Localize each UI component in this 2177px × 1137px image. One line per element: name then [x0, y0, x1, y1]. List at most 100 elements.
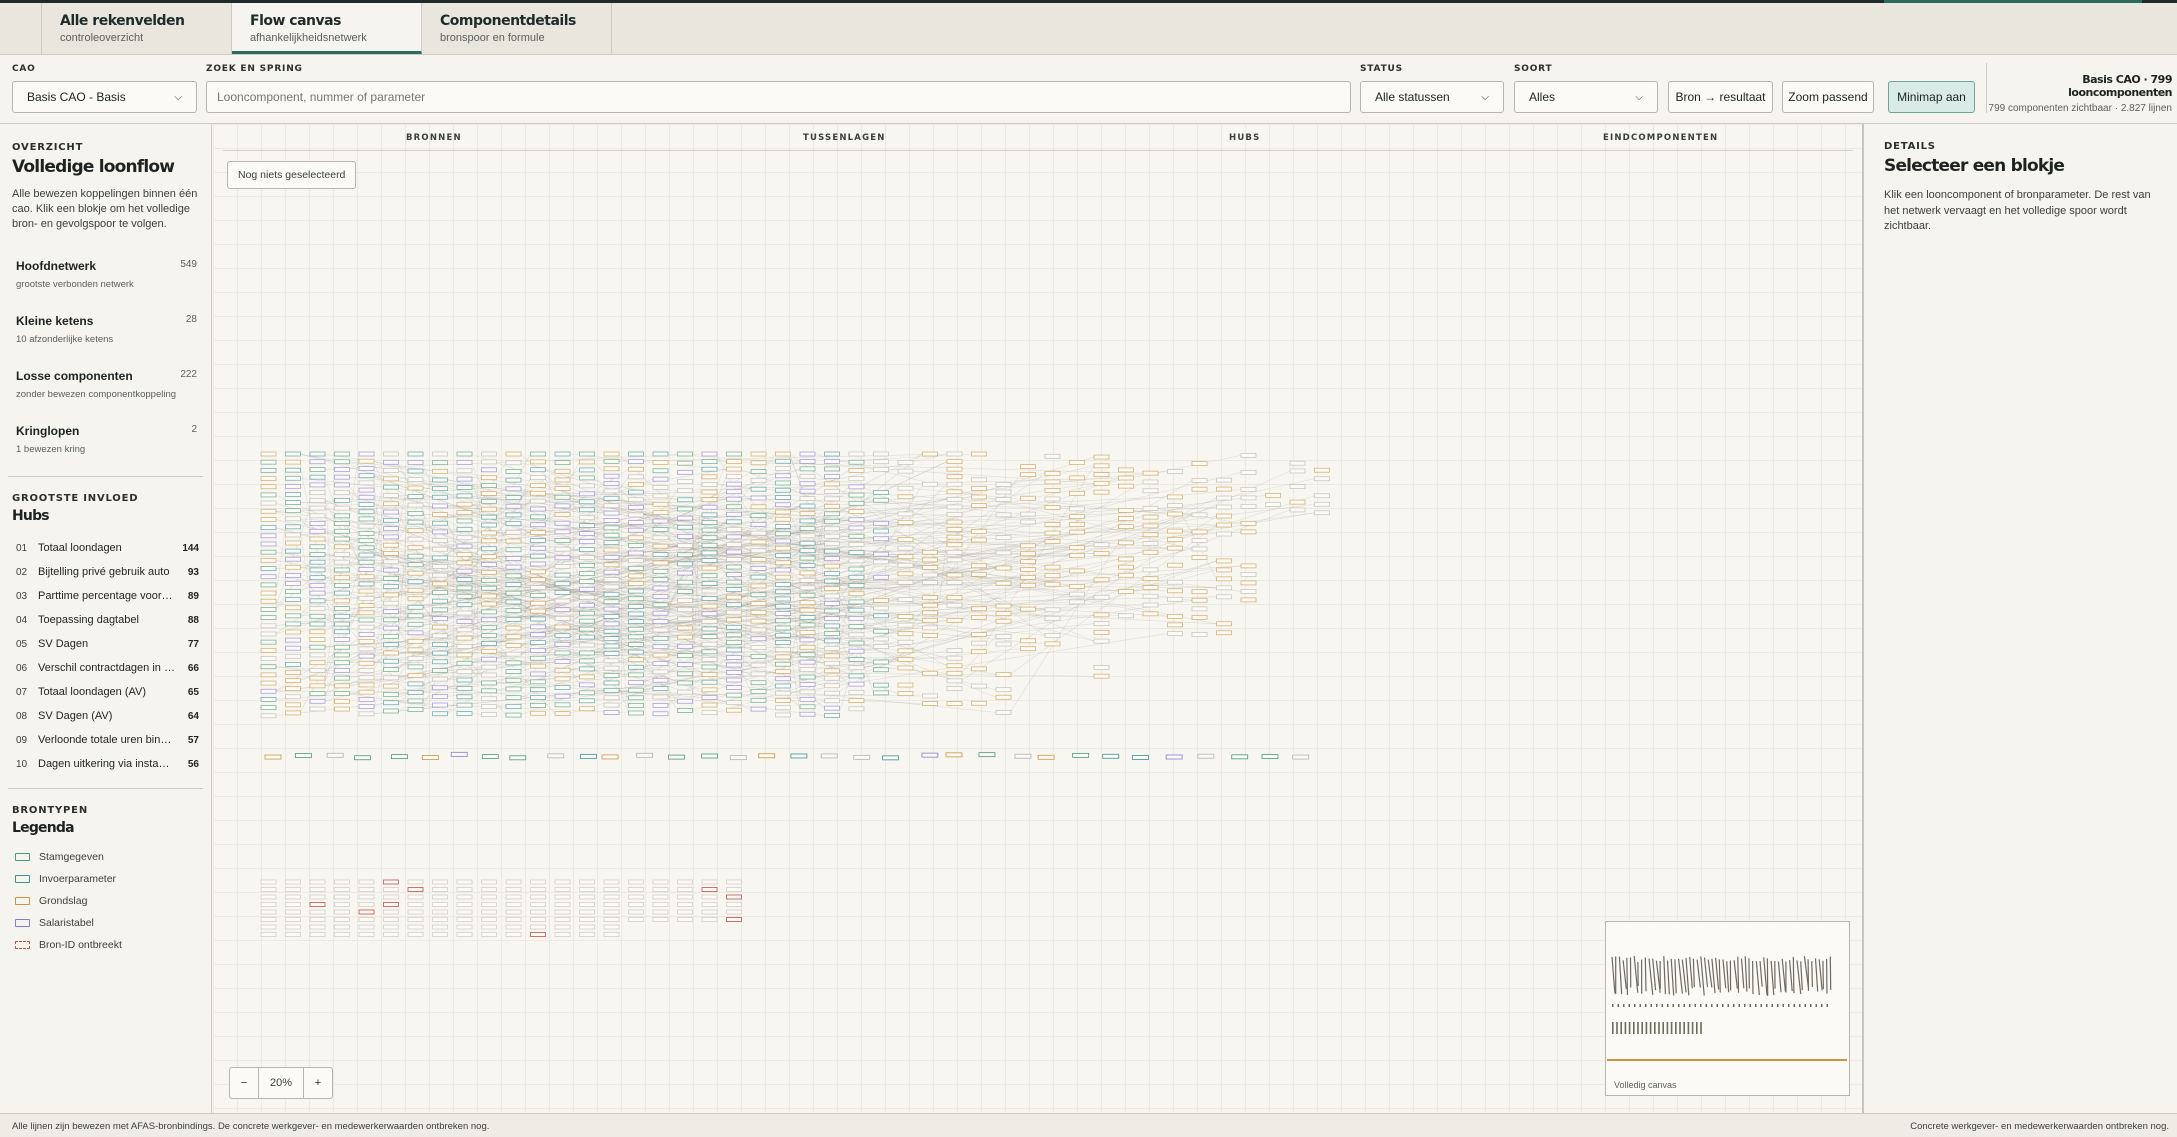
component-node[interactable]: [579, 666, 595, 672]
component-node[interactable]: [530, 585, 546, 590]
component-node[interactable]: [285, 572, 301, 578]
component-node[interactable]: [285, 621, 301, 627]
component-node[interactable]: [799, 473, 816, 479]
loose-component-node[interactable]: [579, 879, 595, 885]
component-node[interactable]: [995, 489, 1012, 495]
network-item-losse-componenten[interactable]: Losse componenten zonder bewezen compone…: [12, 369, 199, 424]
component-node[interactable]: [530, 663, 546, 669]
component-node[interactable]: [677, 588, 693, 594]
tab-flow-canvas[interactable]: Flow canvas afhankelijkheidsnetwerk: [232, 3, 422, 54]
loose-component-node[interactable]: [309, 887, 326, 892]
component-node[interactable]: [726, 692, 742, 698]
component-node[interactable]: [799, 689, 816, 695]
component-node[interactable]: [260, 525, 277, 531]
loose-component-node[interactable]: [334, 932, 350, 937]
loose-component-node[interactable]: [334, 917, 350, 922]
component-node[interactable]: [946, 481, 963, 487]
component-node[interactable]: [897, 639, 914, 645]
component-node[interactable]: [701, 672, 718, 678]
cao-select[interactable]: Basis CAO - Basis ⌵: [12, 81, 197, 113]
component-node[interactable]: [383, 683, 399, 689]
component-node[interactable]: [848, 476, 865, 482]
component-node[interactable]: [824, 616, 840, 621]
component-node[interactable]: [799, 592, 816, 598]
component-node[interactable]: [309, 528, 326, 534]
component-node[interactable]: [897, 579, 914, 585]
component-node[interactable]: [285, 548, 301, 554]
component-node[interactable]: [652, 459, 669, 465]
component-node[interactable]: [530, 679, 546, 685]
component-node[interactable]: [383, 650, 399, 656]
component-node[interactable]: [334, 459, 350, 465]
loose-component-node[interactable]: [628, 909, 644, 915]
component-node[interactable]: [971, 700, 987, 706]
component-node[interactable]: [334, 559, 350, 565]
component-node[interactable]: [971, 632, 987, 637]
component-node[interactable]: [726, 609, 742, 615]
component-node[interactable]: [652, 669, 669, 675]
component-node[interactable]: [603, 665, 620, 671]
hub-item[interactable]: 05 SV Dagen 77: [12, 632, 199, 656]
component-node[interactable]: [554, 676, 571, 682]
component-node[interactable]: [897, 537, 914, 542]
component-node[interactable]: [1240, 563, 1257, 569]
component-node[interactable]: [799, 511, 816, 516]
component-node[interactable]: [481, 625, 497, 631]
component-node[interactable]: [701, 489, 718, 495]
component-node[interactable]: [628, 672, 644, 678]
component-node[interactable]: [873, 459, 889, 465]
component-node[interactable]: [1020, 472, 1036, 477]
component-node[interactable]: [824, 571, 840, 577]
loose-component-node[interactable]: [358, 909, 375, 915]
component-node[interactable]: [995, 687, 1012, 693]
component-node[interactable]: [677, 570, 693, 576]
component-node[interactable]: [530, 506, 546, 512]
component-node[interactable]: [309, 451, 326, 457]
component-node[interactable]: [873, 551, 889, 557]
loose-component-node[interactable]: [652, 917, 669, 922]
component-node[interactable]: [554, 503, 571, 509]
minimap[interactable]: Volledig canvas: [1605, 921, 1850, 1096]
loose-component-node[interactable]: [726, 887, 742, 892]
component-node[interactable]: [677, 451, 693, 457]
component-node[interactable]: [1216, 576, 1232, 582]
component-node[interactable]: [260, 500, 277, 506]
component-node[interactable]: [334, 536, 350, 542]
component-node[interactable]: [334, 582, 350, 588]
component-node[interactable]: [407, 477, 424, 482]
component-node[interactable]: [799, 674, 816, 680]
network-item-kringlopen[interactable]: Kringlopen 1 bewezen kring 2: [12, 424, 199, 479]
loose-component-node[interactable]: [505, 909, 522, 915]
component-node[interactable]: [628, 466, 644, 472]
component-node[interactable]: [481, 648, 497, 654]
component-node[interactable]: [971, 451, 987, 457]
component-node[interactable]: [1069, 599, 1085, 605]
component-node[interactable]: [530, 593, 546, 598]
component-node[interactable]: [407, 698, 424, 704]
component-node[interactable]: [505, 660, 522, 666]
component-node[interactable]: [603, 562, 620, 568]
component-node[interactable]: [995, 634, 1012, 639]
component-node[interactable]: [358, 494, 375, 500]
component-node[interactable]: [554, 564, 571, 569]
component-node[interactable]: [505, 608, 522, 614]
component-node[interactable]: [579, 499, 595, 505]
component-node[interactable]: [260, 590, 277, 596]
component-node[interactable]: [456, 459, 473, 465]
loose-component-node[interactable]: [309, 902, 326, 907]
component-node[interactable]: [775, 473, 791, 479]
component-node[interactable]: [677, 616, 693, 622]
component-node[interactable]: [848, 451, 865, 457]
loose-component-node[interactable]: [652, 902, 669, 907]
component-node[interactable]: [358, 530, 375, 536]
component-node[interactable]: [603, 473, 620, 479]
component-node[interactable]: [260, 517, 277, 522]
loose-component-node[interactable]: [432, 887, 448, 892]
component-node[interactable]: [824, 660, 840, 666]
component-node[interactable]: [481, 491, 497, 496]
component-node[interactable]: [407, 604, 424, 610]
component-node[interactable]: [848, 624, 865, 629]
loose-component-node[interactable]: [260, 894, 277, 900]
component-node[interactable]: [481, 530, 497, 536]
component-node[interactable]: [579, 618, 595, 624]
